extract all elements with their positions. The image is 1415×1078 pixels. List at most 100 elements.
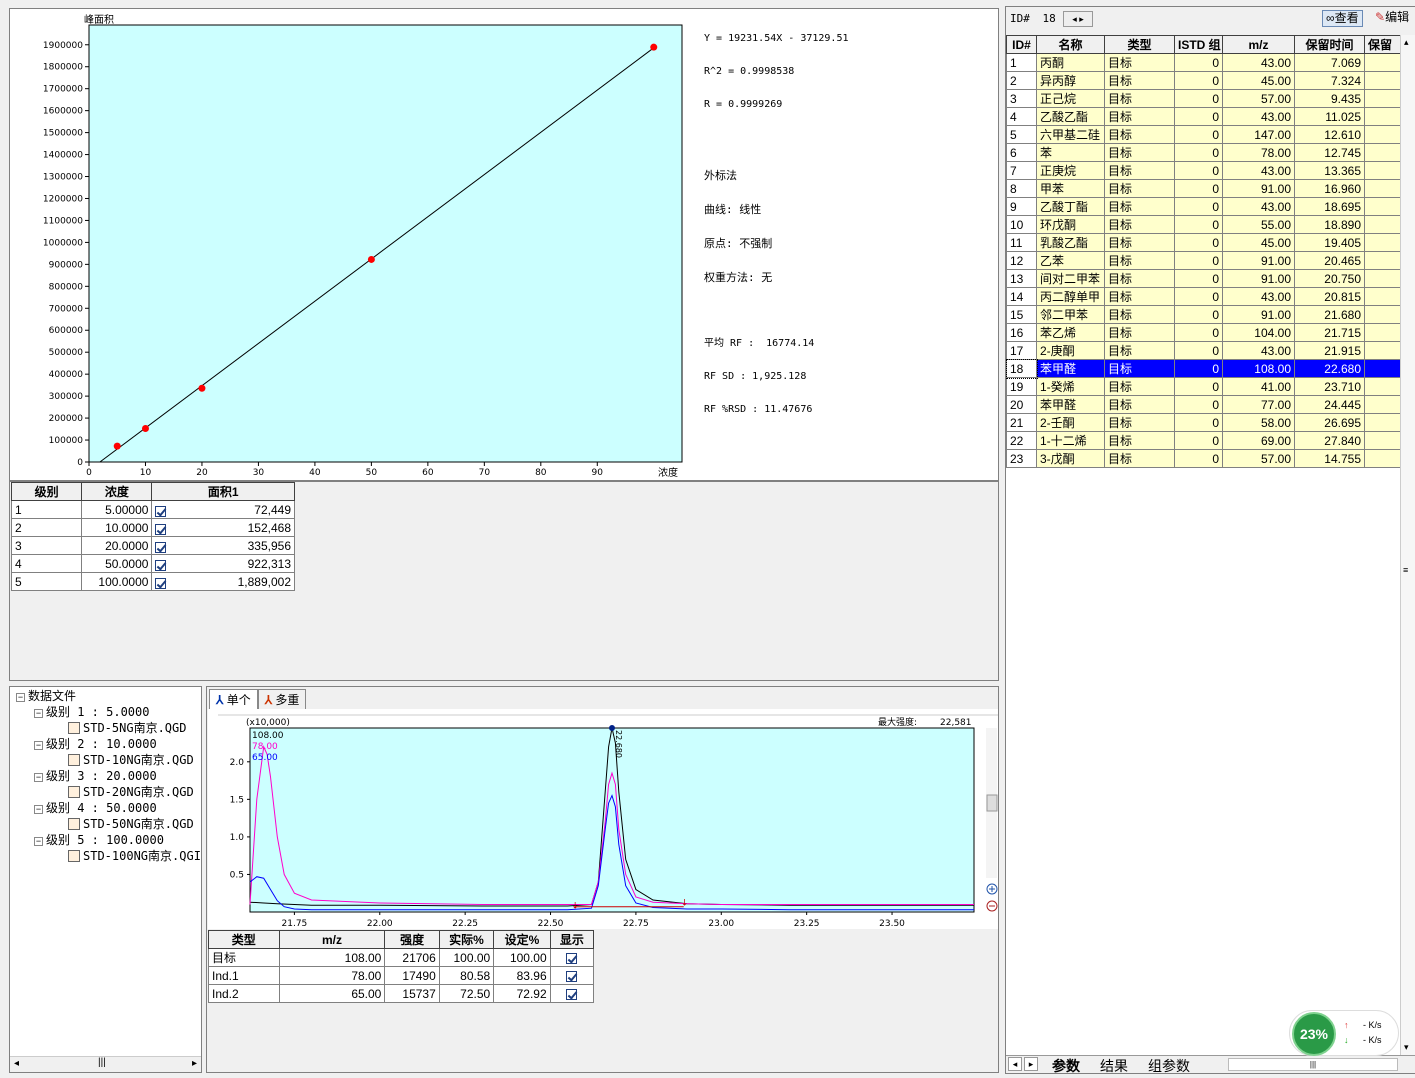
tab-results[interactable]: 结果 <box>1100 1056 1128 1076</box>
show-checkbox[interactable] <box>566 952 578 964</box>
compound-row[interactable]: 8 甲苯 目标 0 91.00 16.960 <box>1006 179 1400 198</box>
compound-mz[interactable]: 45.00 <box>1222 233 1295 252</box>
compound-mz[interactable]: 43.00 <box>1222 197 1295 216</box>
compound-type[interactable]: 目标 <box>1104 341 1175 360</box>
compound-mz[interactable]: 58.00 <box>1222 413 1295 432</box>
level-row[interactable]: 2 10.0000 152,468 <box>10 518 295 537</box>
zoom-in-icon[interactable] <box>986 883 998 895</box>
compound-istd[interactable]: 0 <box>1174 215 1223 234</box>
compound-rt-window[interactable] <box>1364 413 1400 432</box>
compound-rt[interactable]: 19.405 <box>1294 233 1365 252</box>
show-checkbox[interactable] <box>566 970 578 982</box>
compound-name[interactable]: 乙酸乙酯 <box>1036 107 1105 126</box>
compound-rt-window[interactable] <box>1364 53 1400 72</box>
compound-istd[interactable]: 0 <box>1174 53 1223 72</box>
compound-mz[interactable]: 91.00 <box>1222 269 1295 288</box>
compound-row[interactable]: 23 3-戊酮 目标 0 57.00 14.755 <box>1006 449 1400 468</box>
compound-rt[interactable]: 11.025 <box>1294 107 1365 126</box>
compound-istd[interactable]: 0 <box>1174 71 1223 90</box>
conc-cell[interactable]: 50.0000 <box>81 554 153 573</box>
area-cell[interactable]: 1,889,002 <box>151 572 295 591</box>
compound-rt-window[interactable] <box>1364 233 1400 252</box>
compound-mz[interactable]: 147.00 <box>1222 125 1295 144</box>
col-cmz[interactable]: m/z <box>1222 35 1295 54</box>
compound-rt[interactable]: 23.710 <box>1294 377 1365 396</box>
compound-istd[interactable]: 0 <box>1174 431 1223 450</box>
compound-mz[interactable]: 43.00 <box>1222 107 1295 126</box>
compound-type[interactable]: 目标 <box>1104 395 1175 414</box>
zoom-out-icon[interactable] <box>986 900 998 912</box>
tree-file-node[interactable]: STD-50NG南京.QGD <box>16 816 201 832</box>
ion-set[interactable]: 72.92 <box>493 984 551 1003</box>
compound-name[interactable]: 丙酮 <box>1036 53 1105 72</box>
id-spinner[interactable]: ◂ ▸ <box>1063 11 1093 27</box>
compound-rt-window[interactable] <box>1364 395 1400 414</box>
col-show[interactable]: 显示 <box>549 930 595 949</box>
compound-rt[interactable]: 12.745 <box>1294 143 1365 162</box>
compound-type[interactable]: 目标 <box>1104 233 1175 252</box>
compound-istd[interactable]: 0 <box>1174 143 1223 162</box>
compound-mz[interactable]: 77.00 <box>1222 395 1295 414</box>
compound-name[interactable]: 邻二甲苯 <box>1036 305 1105 324</box>
compound-name[interactable]: 乳酸乙酯 <box>1036 233 1105 252</box>
col-conc[interactable]: 浓度 <box>81 482 153 501</box>
compound-name[interactable]: 甲苯 <box>1036 179 1105 198</box>
compound-name[interactable]: 苯甲醛 <box>1036 359 1105 378</box>
compound-rt-window[interactable] <box>1364 377 1400 396</box>
compound-istd[interactable]: 0 <box>1174 233 1223 252</box>
compound-mz[interactable]: 104.00 <box>1222 323 1295 342</box>
calib-point[interactable] <box>650 43 658 51</box>
tree-file-node[interactable]: STD-20NG南京.QGD <box>16 784 201 800</box>
compound-rt-window[interactable] <box>1364 449 1400 468</box>
tab-scroll-left[interactable]: ◂ <box>1008 1057 1022 1071</box>
compound-type[interactable]: 目标 <box>1104 269 1175 288</box>
compound-type[interactable]: 目标 <box>1104 197 1175 216</box>
compound-row[interactable]: 7 正庚烷 目标 0 43.00 13.365 <box>1006 161 1400 180</box>
compound-rt[interactable]: 9.435 <box>1294 89 1365 108</box>
compound-mz[interactable]: 55.00 <box>1222 215 1295 234</box>
view-button[interactable]: ∞查看 <box>1322 10 1363 27</box>
compound-row[interactable]: 5 六甲基二硅 目标 0 147.00 12.610 <box>1006 125 1400 144</box>
compound-istd[interactable]: 0 <box>1174 395 1223 414</box>
area-cell[interactable]: 335,956 <box>151 536 295 555</box>
compound-mz[interactable]: 57.00 <box>1222 89 1295 108</box>
compound-rt[interactable]: 20.750 <box>1294 269 1365 288</box>
compound-mz[interactable]: 108.00 <box>1222 359 1295 378</box>
compound-type[interactable]: 目标 <box>1104 251 1175 270</box>
tab-multi[interactable]: ⅄ 多重 <box>257 689 307 709</box>
compound-row[interactable]: 20 苯甲醛 目标 0 77.00 24.445 <box>1006 395 1400 414</box>
ion-show[interactable] <box>549 948 595 967</box>
compound-mz[interactable]: 43.00 <box>1222 287 1295 306</box>
compound-istd[interactable]: 0 <box>1174 107 1223 126</box>
compound-rt-window[interactable] <box>1364 143 1400 162</box>
ion-row[interactable]: 目标 108.00 21706 100.00 100.00 <box>208 948 595 967</box>
compound-rt[interactable]: 12.610 <box>1294 125 1365 144</box>
col-intensity[interactable]: 强度 <box>384 930 440 949</box>
area-checkbox[interactable] <box>155 577 167 589</box>
compound-name[interactable]: 苯甲醛 <box>1036 395 1105 414</box>
compound-name[interactable]: 环戊酮 <box>1036 215 1105 234</box>
ion-show[interactable] <box>549 984 595 1003</box>
tree-level-node[interactable]: − 级别 4 : 50.0000 <box>16 800 201 816</box>
level-row[interactable]: 4 50.0000 922,313 <box>10 554 295 573</box>
compound-rt-window[interactable] <box>1364 323 1400 342</box>
compound-name[interactable]: 1-癸烯 <box>1036 377 1105 396</box>
level-row[interactable]: 5 100.0000 1,889,002 <box>10 572 295 591</box>
calib-point[interactable] <box>141 425 149 433</box>
ion-row[interactable]: Ind.1 78.00 17490 80.58 83.96 <box>208 966 595 985</box>
compound-name[interactable]: 乙酸丁酯 <box>1036 197 1105 216</box>
compound-rt[interactable]: 14.755 <box>1294 449 1365 468</box>
compound-type[interactable]: 目标 <box>1104 89 1175 108</box>
compound-mz[interactable]: 43.00 <box>1222 161 1295 180</box>
compound-rt-window[interactable] <box>1364 125 1400 144</box>
compound-rt[interactable]: 22.680 <box>1294 359 1365 378</box>
compound-rt[interactable]: 7.324 <box>1294 71 1365 90</box>
ion-row[interactable]: Ind.2 65.00 15737 72.50 72.92 <box>208 984 595 1003</box>
col-istd[interactable]: ISTD 组 <box>1174 35 1223 54</box>
tree-level-node[interactable]: − 级别 3 : 20.0000 <box>16 768 201 784</box>
compound-row[interactable]: 10 环戊酮 目标 0 55.00 18.890 <box>1006 215 1400 234</box>
compound-type[interactable]: 目标 <box>1104 323 1175 342</box>
compound-row[interactable]: 22 1-十二烯 目标 0 69.00 27.840 <box>1006 431 1400 450</box>
compound-rt-window[interactable] <box>1364 359 1400 378</box>
compound-name[interactable]: 间对二甲苯 <box>1036 269 1105 288</box>
